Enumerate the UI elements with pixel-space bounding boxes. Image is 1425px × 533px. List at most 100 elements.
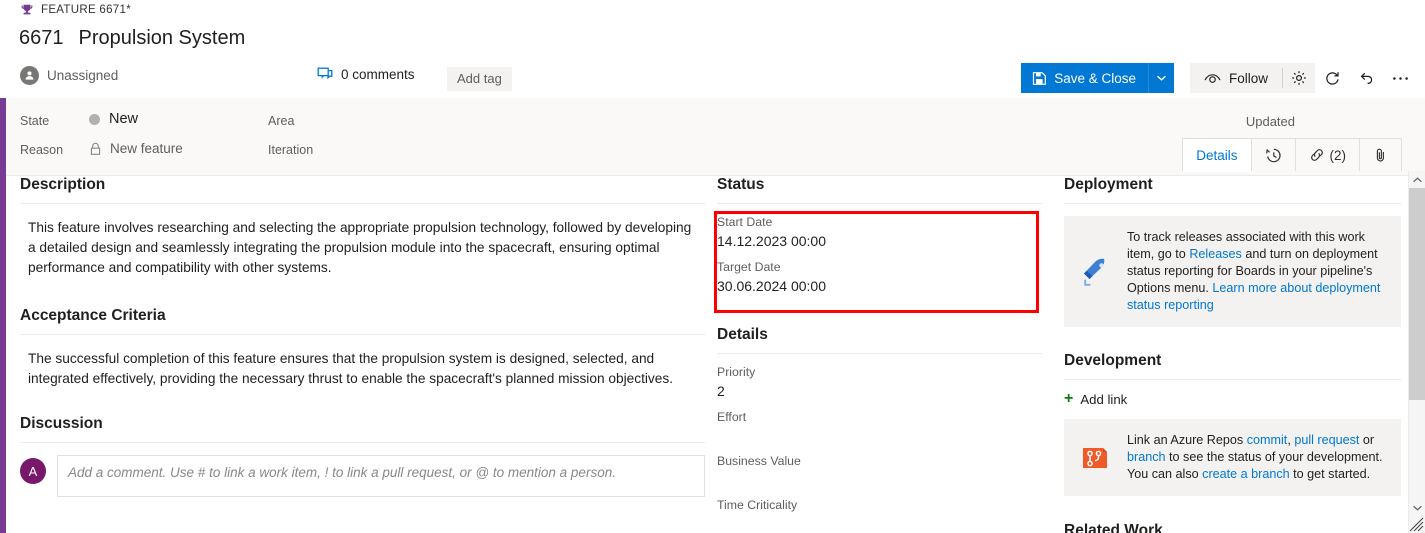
save-and-close-button[interactable]: Save & Close bbox=[1021, 63, 1148, 93]
development-column: Deployment To track releases associated … bbox=[1064, 176, 1401, 533]
add-link-label: Add link bbox=[1080, 391, 1128, 407]
acceptance-criteria-body[interactable]: The successful completion of this featur… bbox=[20, 335, 705, 389]
area-label: Area bbox=[268, 114, 295, 128]
effort-field[interactable]: Effort bbox=[717, 399, 1042, 443]
time-criticality-label: Time Criticality bbox=[717, 498, 798, 512]
description-body[interactable]: This feature involves researching and se… bbox=[20, 204, 705, 278]
time-criticality-value bbox=[717, 512, 1042, 531]
history-icon bbox=[1265, 148, 1281, 162]
state-field-label: State bbox=[20, 114, 49, 128]
priority-field[interactable]: Priority 2 bbox=[717, 354, 1042, 399]
tab-details[interactable]: Details bbox=[1182, 138, 1252, 172]
details-heading: Details bbox=[717, 326, 768, 343]
priority-value: 2 bbox=[717, 383, 725, 399]
area-field-label: Area bbox=[268, 114, 294, 128]
assignee-name: Unassigned bbox=[47, 68, 119, 83]
description-heading: Description bbox=[20, 176, 106, 193]
gear-icon[interactable] bbox=[1283, 63, 1315, 93]
work-item-type-row[interactable]: FEATURE 6671* bbox=[20, 3, 131, 17]
tab-history[interactable] bbox=[1250, 138, 1296, 171]
comment-input[interactable]: Add a comment. Use # to link a work item… bbox=[57, 455, 705, 497]
refresh-icon[interactable] bbox=[1315, 63, 1349, 93]
releases-link[interactable]: Releases bbox=[1189, 247, 1242, 261]
undo-icon[interactable] bbox=[1349, 63, 1383, 93]
acceptance-criteria-heading: Acceptance Criteria bbox=[20, 307, 166, 324]
work-item-header: FEATURE 6671* 6671 Propulsion System Una… bbox=[0, 0, 1425, 98]
scroll-down-button[interactable] bbox=[1409, 499, 1425, 516]
effort-value bbox=[717, 424, 1042, 443]
reason-field-label: Reason bbox=[20, 143, 63, 157]
save-icon bbox=[1033, 71, 1047, 85]
follow-group: Follow bbox=[1189, 63, 1315, 93]
priority-label: Priority bbox=[717, 365, 756, 379]
chevron-down-icon bbox=[1413, 505, 1422, 511]
start-date-field[interactable]: Start Date 14.12.2023 00:00 bbox=[717, 204, 1042, 249]
target-date-field[interactable]: Target Date 30.06.2024 00:00 bbox=[717, 249, 1042, 294]
eye-icon bbox=[1204, 73, 1221, 83]
ellipsis-icon[interactable] bbox=[1383, 63, 1417, 93]
business-value-value bbox=[717, 468, 1042, 487]
status-heading: Status bbox=[717, 176, 765, 193]
business-value-label: Business Value bbox=[717, 454, 801, 468]
effort-label: Effort bbox=[717, 410, 747, 424]
tab-details-label: Details bbox=[1196, 147, 1238, 163]
work-item-tabs: Details (2) bbox=[1182, 138, 1402, 172]
tab-links-count: (2) bbox=[1329, 147, 1347, 163]
reason-label: Reason bbox=[20, 143, 64, 157]
comments-count: 0 comments bbox=[341, 66, 415, 82]
add-tag-button[interactable]: Add tag bbox=[447, 67, 512, 91]
azure-pipelines-icon bbox=[1076, 229, 1114, 314]
resize-grip[interactable] bbox=[1409, 517, 1424, 532]
discussion-input-row: A Add a comment. Use # to link a work it… bbox=[20, 443, 705, 497]
iteration-label: Iteration bbox=[268, 143, 314, 157]
target-date-label: Target Date bbox=[717, 260, 781, 274]
work-item-title-row: 6671 Propulsion System bbox=[19, 27, 245, 50]
comment-icon bbox=[317, 67, 333, 80]
tab-links[interactable]: (2) bbox=[1294, 138, 1360, 171]
chevron-up-icon bbox=[1413, 176, 1422, 182]
comments-link[interactable]: 0 comments bbox=[317, 66, 415, 82]
deployment-info-card: To track releases associated with this w… bbox=[1064, 216, 1401, 327]
branch-link[interactable]: branch bbox=[1127, 450, 1166, 464]
state-color-dot bbox=[89, 113, 100, 125]
scroll-up-button[interactable] bbox=[1409, 171, 1425, 188]
work-item-form: FEATURE 6671* 6671 Propulsion System Una… bbox=[0, 0, 1425, 533]
follow-label: Follow bbox=[1228, 70, 1268, 86]
development-text-3: or bbox=[1359, 433, 1375, 447]
time-criticality-field[interactable]: Time Criticality bbox=[717, 487, 1042, 531]
work-item-type-label: FEATURE 6671* bbox=[41, 4, 131, 16]
follow-button[interactable]: Follow bbox=[1190, 63, 1282, 93]
add-link-button[interactable]: + Add link bbox=[1064, 380, 1401, 407]
development-info-text: Link an Azure Repos commit, pull request… bbox=[1127, 432, 1387, 483]
work-item-title[interactable]: Propulsion System bbox=[79, 27, 246, 50]
link-icon bbox=[1310, 149, 1323, 161]
state-label: State bbox=[20, 114, 50, 128]
assigned-to-field[interactable]: Unassigned bbox=[20, 66, 118, 85]
state-value: New bbox=[109, 111, 139, 127]
development-text-1: Link an Azure Repos bbox=[1127, 433, 1247, 447]
pull-request-link[interactable]: pull request bbox=[1294, 433, 1359, 447]
start-date-label: Start Date bbox=[717, 215, 773, 229]
save-dropdown-button[interactable] bbox=[1147, 63, 1174, 93]
development-info-card: Link an Azure Repos commit, pull request… bbox=[1064, 419, 1401, 496]
azure-repos-icon bbox=[1076, 432, 1114, 483]
state-field-value[interactable]: New bbox=[89, 111, 138, 127]
work-item-toolbar: Save & Close Follow bbox=[1021, 63, 1417, 93]
reason-field-value: New feature bbox=[89, 141, 183, 156]
avatar: A bbox=[20, 458, 46, 484]
create-branch-link[interactable]: create a branch bbox=[1202, 467, 1290, 481]
person-icon bbox=[20, 66, 39, 85]
updated-label: Updated bbox=[1245, 114, 1295, 129]
plus-icon: + bbox=[1064, 390, 1074, 407]
commit-link[interactable]: commit bbox=[1247, 433, 1288, 447]
target-date-value: 30.06.2024 00:00 bbox=[717, 278, 826, 294]
tab-attachments[interactable] bbox=[1359, 138, 1402, 171]
reason-value: New feature bbox=[110, 141, 183, 156]
lock-icon bbox=[90, 142, 101, 155]
assignee[interactable]: Unassigned bbox=[20, 66, 118, 85]
work-item-id: 6671 bbox=[19, 27, 64, 49]
scrollbar-thumb[interactable] bbox=[1409, 188, 1425, 400]
business-value-field[interactable]: Business Value bbox=[717, 443, 1042, 487]
vertical-scrollbar[interactable] bbox=[1408, 171, 1425, 533]
attachment-icon bbox=[1376, 148, 1384, 162]
